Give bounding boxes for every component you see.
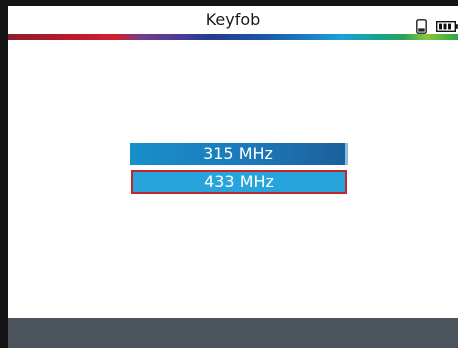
footer-bar (8, 318, 458, 348)
frequency-option-433mhz[interactable]: 433 MHz (131, 170, 347, 194)
page-title: Keyfob (205, 10, 261, 29)
frequency-option-label: 433 MHz (204, 172, 274, 191)
header-color-stripe (8, 34, 458, 40)
battery-icon (436, 21, 458, 32)
frequency-option-315mhz[interactable]: 315 MHz (130, 143, 348, 165)
header-bar: Keyfob (8, 6, 458, 34)
sd-card-icon (416, 19, 427, 34)
frequency-option-label: 315 MHz (203, 144, 273, 163)
